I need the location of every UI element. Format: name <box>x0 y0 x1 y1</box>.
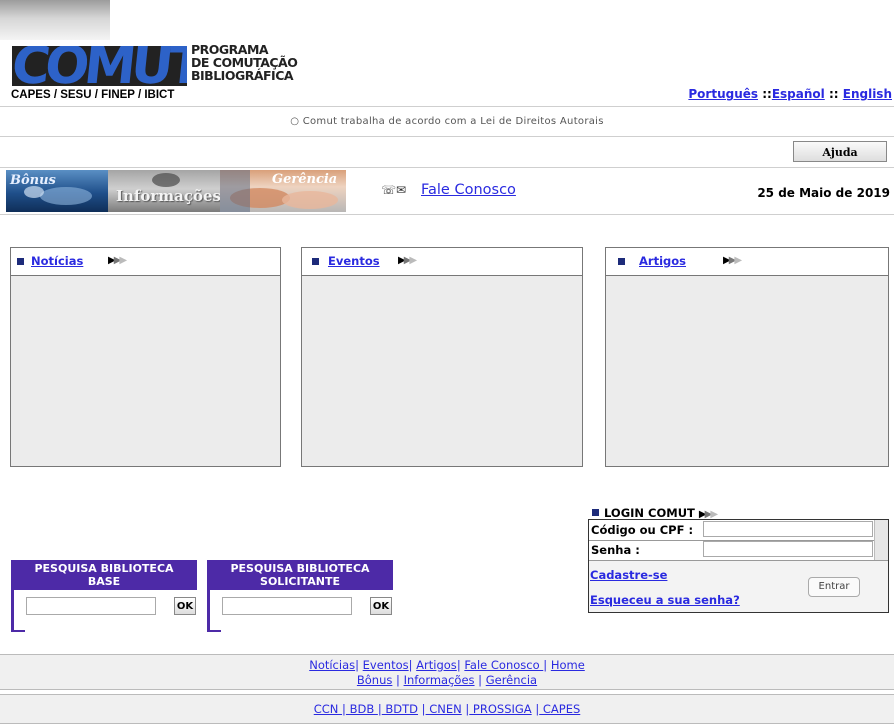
enter-button[interactable]: Entrar <box>808 577 860 597</box>
contact-icon: ☏✉ <box>381 183 407 197</box>
search-requesting-ok-button[interactable]: OK <box>370 597 392 615</box>
footer-partners: CCN | BDB | BDTD | CNEN | PROSSIGA | CAP… <box>0 694 894 724</box>
logo-word: COMUT <box>12 46 187 86</box>
comut-logo[interactable]: COMUT <box>12 46 187 86</box>
search-box-border <box>11 630 25 632</box>
header-gradient-strip <box>0 0 110 40</box>
login-password-row: Senha : <box>589 540 888 561</box>
banner-informacoes-tile[interactable]: Informações <box>108 170 220 212</box>
language-separator: :: <box>762 87 772 101</box>
search-base-title-line: PESQUISA BIBLIOTECA <box>34 562 174 575</box>
artigos-panel: Artigos ▶▶▶ <box>605 247 889 467</box>
banner-bonus-label: Bônus <box>10 173 56 188</box>
language-espanol-link[interactable]: Español <box>772 87 825 101</box>
footer-noticias-link[interactable]: Notícias <box>309 658 355 672</box>
search-box-border <box>207 630 221 632</box>
nav-banner: Bônus Informações Gerência <box>6 170 346 212</box>
banner-gerencia-label: Gerência <box>272 172 338 187</box>
search-base-title-line: BASE <box>87 575 121 588</box>
login-title-text: LOGIN COMUT <box>604 506 695 520</box>
footer-cnen-link[interactable]: CNEN <box>426 702 462 716</box>
password-input[interactable] <box>703 541 873 557</box>
footer-bdb-link[interactable]: BDB <box>346 702 378 716</box>
search-box-border <box>11 590 14 632</box>
search-base-library: PESQUISA BIBLIOTECA BASE OK <box>11 560 197 632</box>
footer-gerencia-link[interactable]: Gerência <box>486 673 537 687</box>
search-base-header: PESQUISA BIBLIOTECA BASE <box>11 560 197 590</box>
footer-bdtd-link[interactable]: BDTD <box>382 702 418 716</box>
panel-header: Notícias ▶▶▶ <box>11 248 280 276</box>
footer-capes-link[interactable]: CAPES <box>539 702 580 716</box>
copyright-notice: ○ Comut trabalha de acordo com a Lei de … <box>290 116 604 127</box>
login-title: LOGIN COMUT ▶▶▶ <box>592 506 718 520</box>
help-button[interactable]: Ajuda <box>793 141 887 162</box>
footer-artigos-link[interactable]: Artigos <box>416 658 457 672</box>
divider <box>0 214 894 215</box>
noticias-link[interactable]: Notícias <box>31 254 83 268</box>
code-input[interactable] <box>703 521 873 537</box>
banner-bonus-tile[interactable]: Bônus <box>6 170 108 212</box>
login-form: Código ou CPF : Senha : Cadastre-se Esqu… <box>588 519 889 613</box>
language-switcher: Português ::Español :: English <box>688 87 892 101</box>
logo-subtitle: PROGRAMA DE COMUTAÇÃO BIBLIOGRÁFICA <box>191 43 298 83</box>
noticias-panel: Notícias ▶▶▶ <box>10 247 281 467</box>
logo-subtitle-line: BIBLIOGRÁFICA <box>191 68 294 83</box>
divider <box>0 167 894 168</box>
arrows-icon: ▶▶▶ <box>398 255 417 266</box>
login-scrollbar <box>874 520 888 540</box>
search-requesting-title-line: PESQUISA BIBLIOTECA <box>230 562 370 575</box>
search-box-border <box>207 590 210 632</box>
footer-home-link[interactable]: Home <box>551 658 585 672</box>
search-requesting-library: PESQUISA BIBLIOTECA SOLICITANTE OK <box>207 560 393 632</box>
bullet-square-icon <box>17 258 24 265</box>
login-actions: Cadastre-se Esqueceu a sua senha? Entrar <box>589 561 888 612</box>
login-code-row: Código ou CPF : <box>589 520 888 541</box>
forgot-password-link[interactable]: Esqueceu a sua senha? <box>590 593 740 607</box>
divider <box>0 106 894 107</box>
footer-prossiga-link[interactable]: PROSSIGA <box>469 702 532 716</box>
footer-fale-conosco-link[interactable]: Fale Conosco <box>464 658 543 672</box>
language-english-link[interactable]: English <box>843 87 892 101</box>
footer-eventos-link[interactable]: Eventos <box>363 658 409 672</box>
bullet-square-icon <box>618 258 625 265</box>
code-label: Código ou CPF : <box>591 523 694 537</box>
bullet-square-icon <box>312 258 319 265</box>
footer-bonus-link[interactable]: Bônus <box>357 673 393 687</box>
search-requesting-title-line: SOLICITANTE <box>260 575 340 588</box>
partners-text: CAPES / SESU / FINEP / IBICT <box>11 89 175 101</box>
eventos-link[interactable]: Eventos <box>328 254 380 268</box>
footer-nav: Notícias| Eventos| Artigos| Fale Conosco… <box>0 654 894 690</box>
signup-link[interactable]: Cadastre-se <box>590 568 667 582</box>
password-label: Senha : <box>591 543 640 557</box>
search-requesting-header: PESQUISA BIBLIOTECA SOLICITANTE <box>207 560 393 590</box>
panel-header: Eventos ▶▶▶ <box>302 248 582 276</box>
footer-ccn-link[interactable]: CCN <box>314 702 342 716</box>
footer-informacoes-link[interactable]: Informações <box>404 673 475 687</box>
artigos-link[interactable]: Artigos <box>639 254 686 268</box>
divider <box>0 136 894 137</box>
eventos-panel: Eventos ▶▶▶ <box>301 247 583 467</box>
footer-row-3: CCN | BDB | BDTD | CNEN | PROSSIGA | CAP… <box>313 702 581 716</box>
arrows-icon: ▶▶▶ <box>723 255 742 266</box>
bullet-square-icon <box>592 509 599 516</box>
banner-gerencia-tile[interactable]: Gerência <box>220 170 346 212</box>
current-date: 25 de Maio de 2019 <box>757 186 890 200</box>
search-requesting-input[interactable] <box>222 597 352 615</box>
arrows-icon: ▶▶▶ <box>108 255 127 266</box>
login-scrollbar <box>874 540 888 560</box>
footer-row-2: Bônus | Informações | Gerência <box>356 673 538 687</box>
language-separator: :: <box>828 87 839 101</box>
panel-header: Artigos ▶▶▶ <box>606 248 888 276</box>
search-base-input[interactable] <box>26 597 156 615</box>
language-portugues-link[interactable]: Português <box>688 87 758 101</box>
search-base-ok-button[interactable]: OK <box>174 597 196 615</box>
fale-conosco-link[interactable]: Fale Conosco <box>421 182 516 198</box>
footer-row-1: Notícias| Eventos| Artigos| Fale Conosco… <box>309 658 585 672</box>
banner-informacoes-label: Informações <box>116 187 220 205</box>
